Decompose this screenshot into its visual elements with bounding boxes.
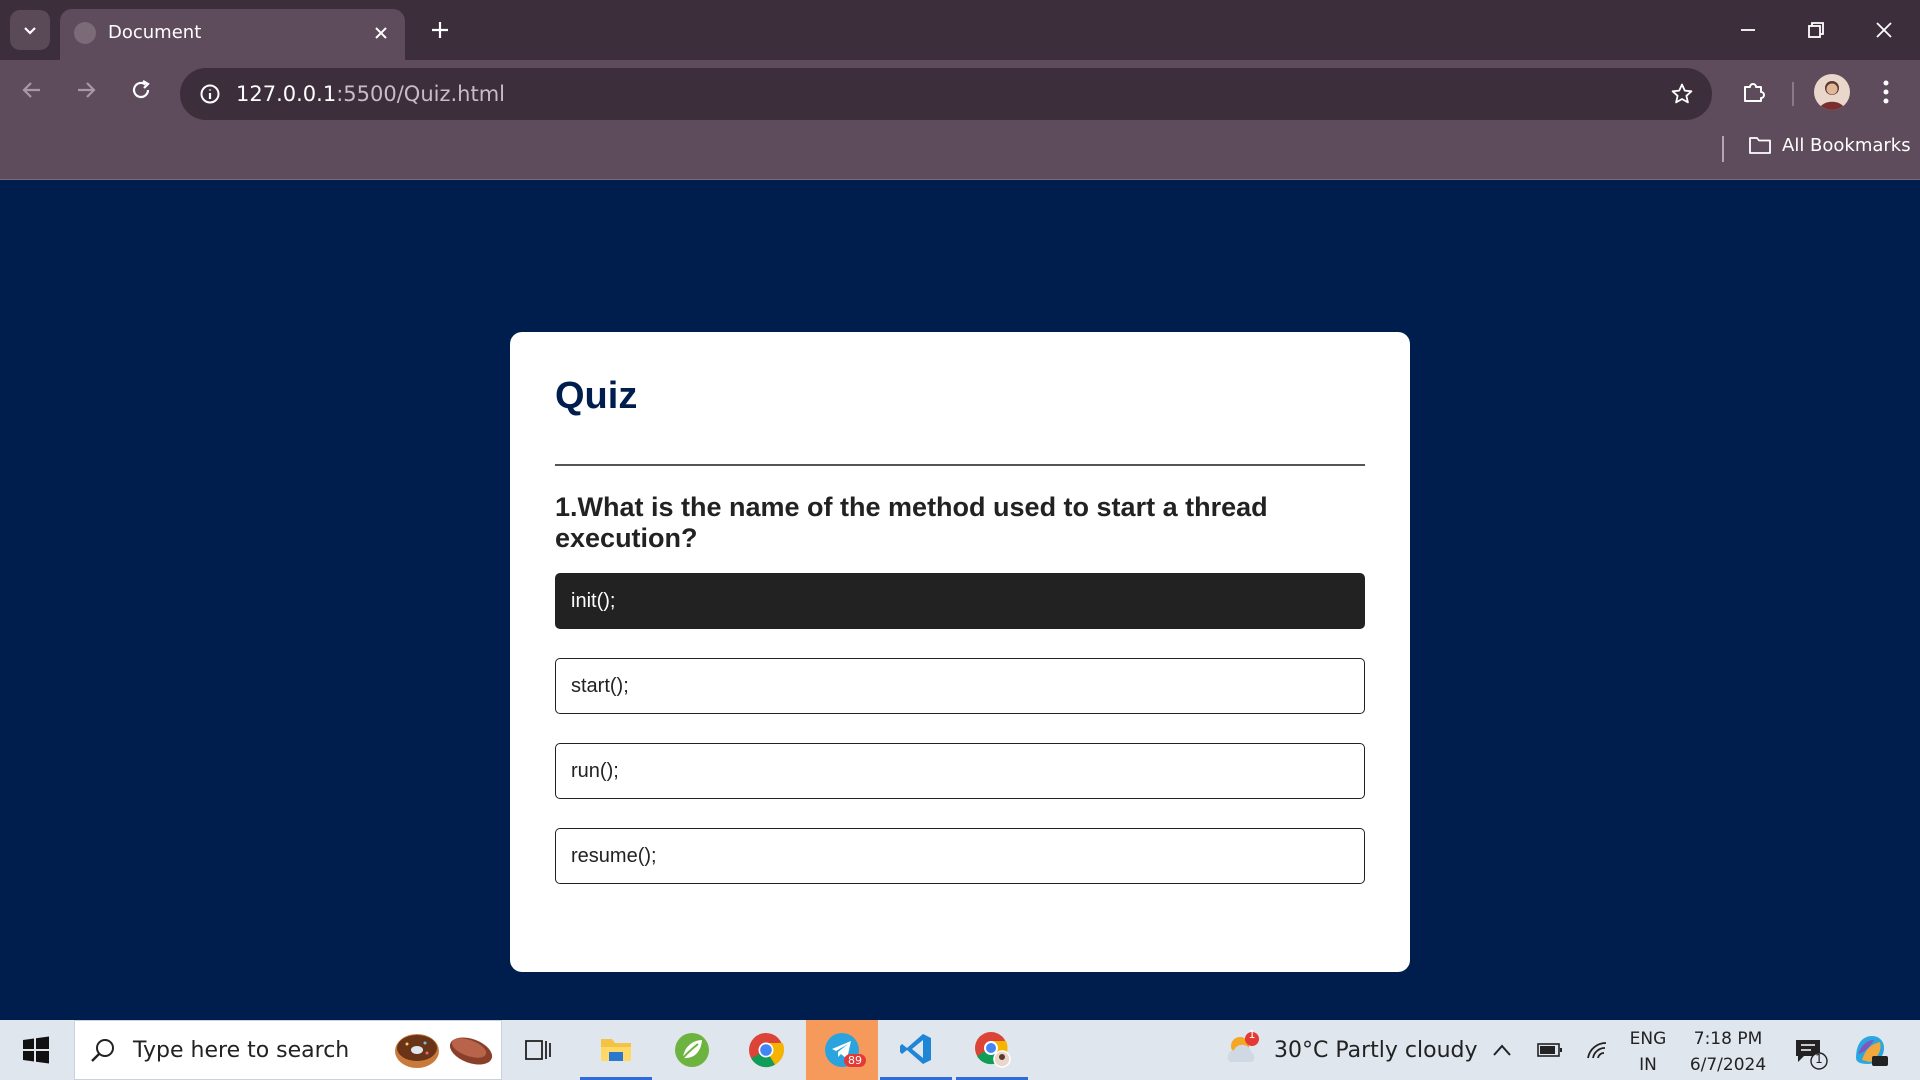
answer-button[interactable]: run(); <box>555 743 1365 799</box>
chrome-button[interactable] <box>730 1020 802 1080</box>
more-vertical-icon <box>1883 80 1889 104</box>
info-icon <box>200 84 220 104</box>
donut-icon <box>395 1034 439 1068</box>
bread-icon <box>449 1037 493 1065</box>
folder-icon <box>601 1038 631 1061</box>
arrow-left-icon <box>22 82 40 98</box>
answer-button[interactable]: resume(); <box>555 828 1365 884</box>
bookmark-star-button[interactable] <box>1666 78 1698 110</box>
taskbar-search[interactable]: Type here to search <box>74 1020 502 1080</box>
spring-leaf-icon <box>675 1033 709 1067</box>
bookmarks-divider <box>1722 136 1724 162</box>
reload-button[interactable] <box>121 70 161 110</box>
globe-icon <box>74 22 96 44</box>
close-tab-button[interactable] <box>369 21 393 45</box>
folder-icon <box>1749 137 1771 154</box>
answer-button[interactable]: start(); <box>555 658 1365 714</box>
vscode-button[interactable] <box>880 1020 952 1080</box>
file-explorer-button[interactable] <box>580 1020 652 1080</box>
page-title: Quiz <box>555 375 638 417</box>
question-text: 1.What is the name of the method used to… <box>555 492 1268 553</box>
search-placeholder: Type here to search <box>133 1038 350 1063</box>
task-view-button[interactable] <box>502 1020 574 1080</box>
battery-button[interactable] <box>1536 1036 1564 1064</box>
puzzle-icon <box>1744 83 1765 102</box>
wifi-icon <box>1587 1042 1607 1059</box>
back-button[interactable] <box>12 70 52 110</box>
language-code: ENG <box>1629 1029 1667 1049</box>
restore-icon <box>1808 22 1824 38</box>
chrome-menu-button[interactable] <box>1868 74 1904 110</box>
new-tab-button[interactable] <box>422 12 458 48</box>
chrome-icon <box>749 1033 784 1068</box>
clock-time: 7:18 PM <box>1693 1029 1763 1049</box>
arrow-right-icon <box>78 82 96 98</box>
title-divider <box>555 464 1365 466</box>
start-button[interactable] <box>14 1030 58 1070</box>
language-indicator[interactable]: ENG IN <box>1628 1026 1668 1078</box>
spring-tool-button[interactable] <box>656 1020 728 1080</box>
site-info-button[interactable] <box>192 76 228 112</box>
all-bookmarks-label: All Bookmarks <box>1782 134 1911 156</box>
chrome-profile-button[interactable] <box>956 1020 1028 1080</box>
weather-text: 30°C Partly cloudy <box>1274 1037 1478 1063</box>
weather-widget[interactable]: 1 30°C Partly cloudy <box>1222 1028 1478 1072</box>
answer-button[interactable]: init(); <box>555 573 1365 629</box>
clock[interactable]: 7:18 PM 6/7/2024 <box>1684 1026 1772 1078</box>
chevron-up-icon <box>1493 1044 1511 1056</box>
tab-title: Document <box>108 22 202 43</box>
chevron-down-icon <box>24 27 36 35</box>
profile-avatar[interactable] <box>1814 74 1850 110</box>
minimize-button[interactable] <box>1726 8 1770 52</box>
network-button[interactable] <box>1584 1036 1612 1064</box>
url-path: :5500/Quiz.html <box>336 82 506 106</box>
show-hidden-icons-button[interactable] <box>1488 1036 1516 1064</box>
browser-toolbar: 127.0.0.1:5500/Quiz.html <box>0 60 1920 120</box>
close-icon <box>375 27 387 39</box>
tab-search-button[interactable] <box>10 10 50 50</box>
windows-logo-icon <box>23 1036 49 1064</box>
plus-icon <box>432 22 448 38</box>
taskbar: Type here to search 89 1 30°C Partly clo… <box>0 1020 1920 1080</box>
telegram-button[interactable]: 89 <box>806 1020 878 1080</box>
all-bookmarks-button[interactable]: All Bookmarks <box>1748 130 1911 160</box>
copilot-icon <box>1856 1036 1888 1066</box>
telegram-badge: 89 <box>844 1054 866 1067</box>
answer-list: init(); start(); run(); resume(); <box>555 573 1365 913</box>
active-tab[interactable]: Document <box>60 9 405 60</box>
region-code: IN <box>1639 1055 1657 1075</box>
person-icon <box>1819 81 1845 110</box>
clock-date: 6/7/2024 <box>1689 1055 1767 1075</box>
url-text[interactable]: 127.0.0.1:5500/Quiz.html <box>236 82 505 106</box>
address-bar[interactable]: 127.0.0.1:5500/Quiz.html <box>180 68 1712 120</box>
vscode-icon <box>900 1033 931 1064</box>
quiz-card: Quiz 1.What is the name of the method us… <box>510 332 1410 972</box>
star-icon <box>1671 83 1693 104</box>
url-host: 127.0.0.1 <box>236 82 337 106</box>
forward-button[interactable] <box>66 70 106 110</box>
notification-count: 1 <box>1815 1052 1823 1066</box>
battery-icon <box>1537 1043 1562 1057</box>
minimize-icon <box>1741 29 1755 31</box>
extensions-button[interactable] <box>1736 74 1772 110</box>
close-icon <box>1876 22 1892 38</box>
toolbar-divider <box>1792 82 1794 106</box>
copilot-button[interactable] <box>1850 1032 1890 1068</box>
weather-badge: 1 <box>1248 1028 1256 1041</box>
tab-strip: Document <box>0 0 1920 60</box>
bookmarks-bar: All Bookmarks <box>0 120 1920 180</box>
notification-center-button[interactable]: 1 <box>1792 1034 1828 1070</box>
reload-icon <box>132 80 150 99</box>
close-window-button[interactable] <box>1862 8 1906 52</box>
restore-button[interactable] <box>1794 8 1838 52</box>
task-view-icon <box>525 1040 551 1060</box>
chrome-profile-icon <box>975 1031 1011 1068</box>
search-icon <box>91 1039 114 1062</box>
